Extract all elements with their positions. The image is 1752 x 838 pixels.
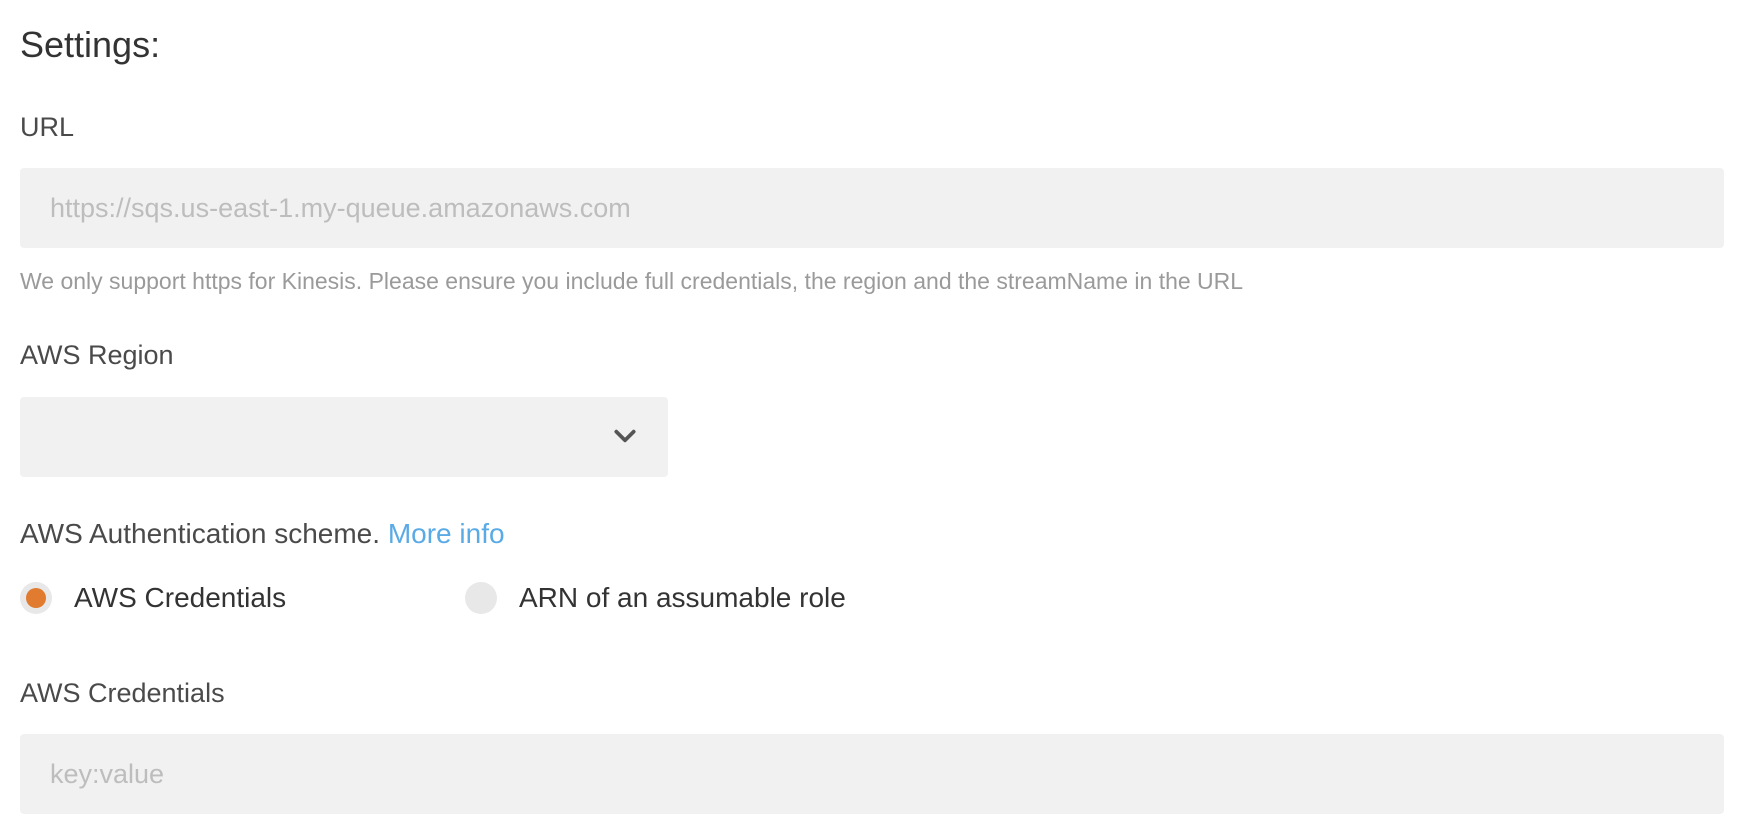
more-info-link[interactable]: More info [388,518,505,549]
auth-scheme-label: AWS Authentication scheme. More info [20,518,505,550]
chevron-down-icon [614,429,636,443]
radio-assumable-role[interactable] [465,582,497,614]
radio-option-aws-credentials[interactable]: AWS Credentials [20,578,286,618]
credentials-label: AWS Credentials [20,678,225,708]
url-help-text: We only support https for Kinesis. Pleas… [20,268,1244,294]
url-input[interactable] [20,168,1724,248]
radio-aws-credentials[interactable] [20,582,52,614]
auth-scheme-text: AWS Authentication scheme. [20,518,381,549]
credentials-input[interactable] [20,734,1724,814]
url-label: URL [20,112,75,142]
radio-label-assumable-role: ARN of an assumable role [519,582,846,613]
radio-label-aws-credentials: AWS Credentials [74,582,287,613]
region-select[interactable] [20,397,668,477]
section-title: Settings: [20,24,161,65]
region-label: AWS Region [20,340,174,370]
radio-option-assumable-role[interactable]: ARN of an assumable role [465,578,846,618]
